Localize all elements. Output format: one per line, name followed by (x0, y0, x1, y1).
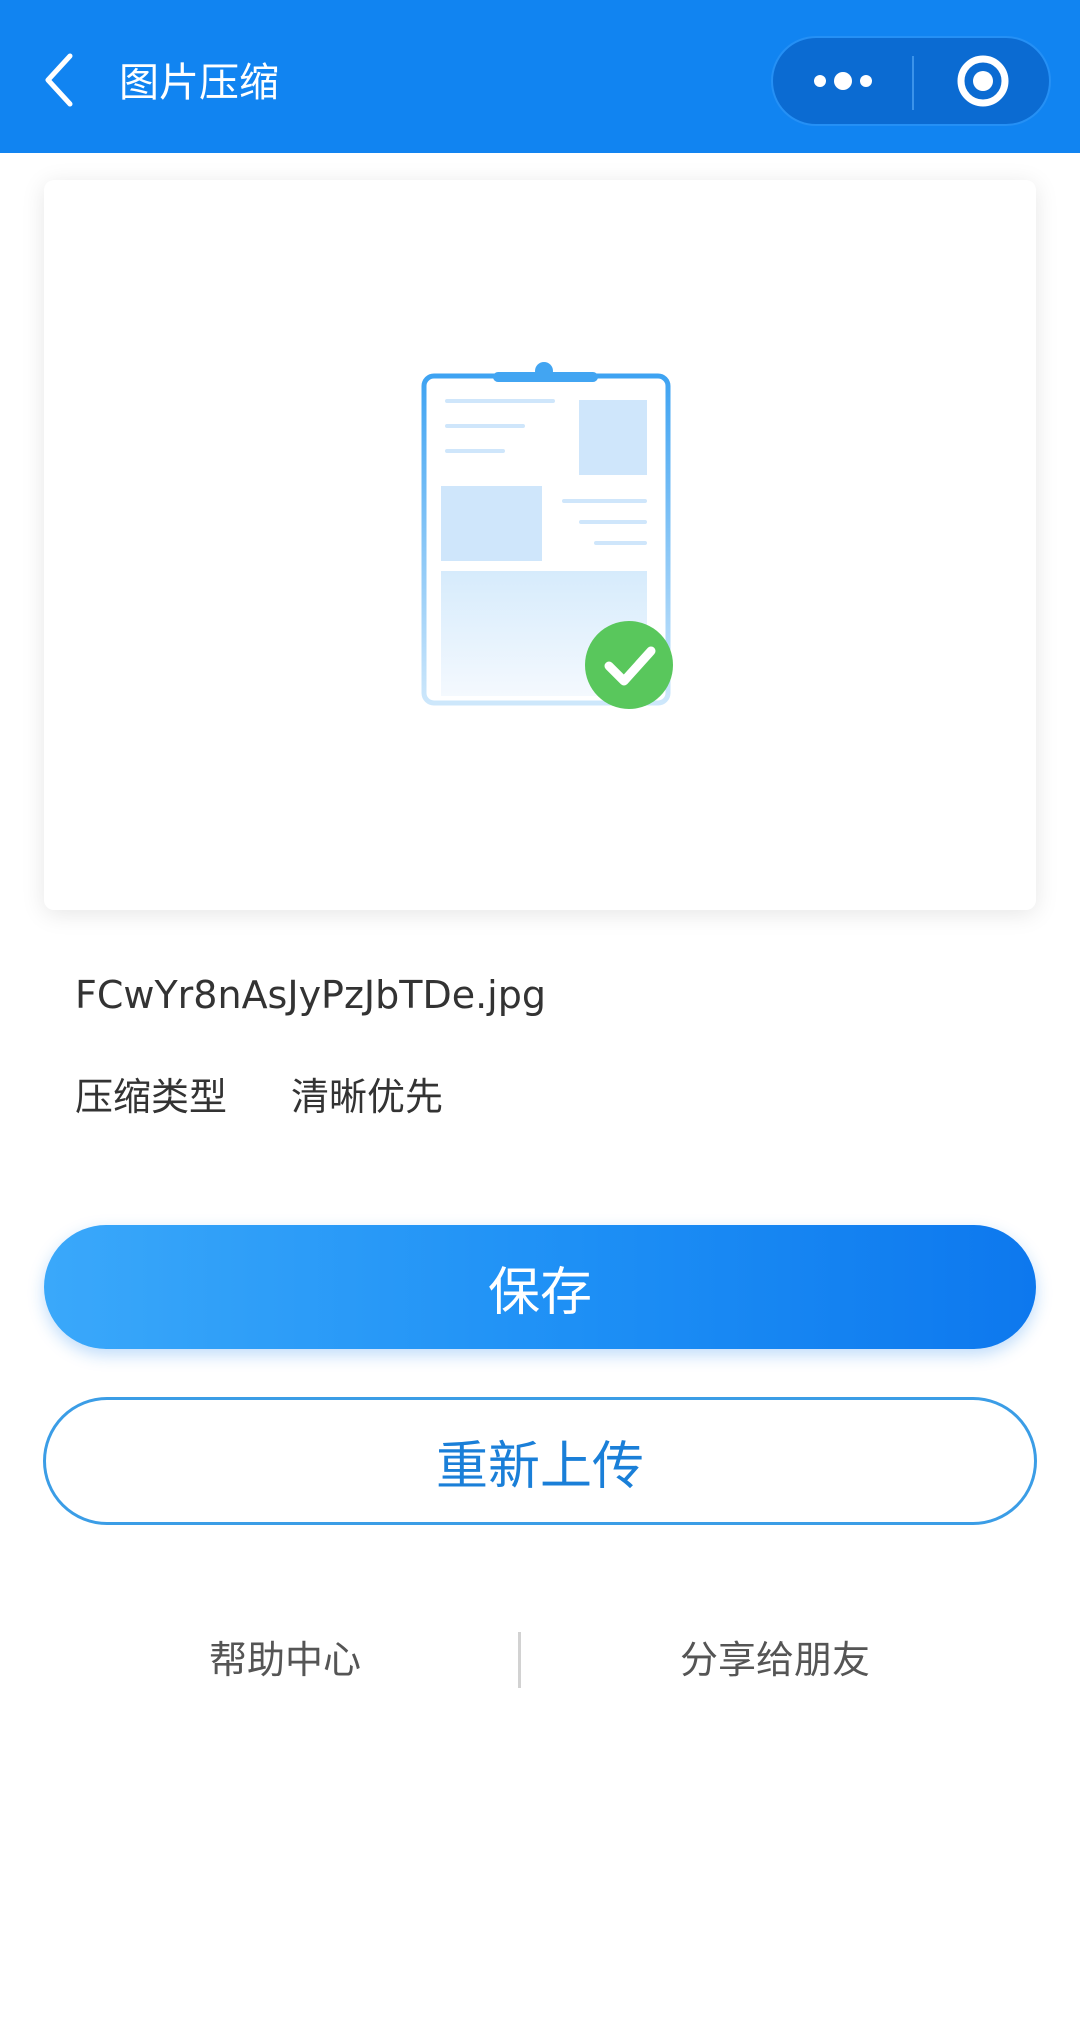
clipboard-document-check-icon (421, 362, 673, 709)
compression-type-label: 压缩类型 (75, 1075, 228, 1119)
close-mini-program-button[interactable] (914, 38, 1051, 124)
compression-type-row: 压缩类型 清晰优先 (75, 1067, 443, 1127)
top-navigation-bar: 图片压缩 (0, 0, 1080, 153)
mini-program-capsule (771, 36, 1051, 126)
help-center-link[interactable]: 帮助中心 (160, 1630, 410, 1690)
chevron-left-icon (45, 53, 73, 107)
file-name: FCwYr8nAsJyPzJbTDe.jpg (75, 973, 546, 1017)
back-button[interactable] (30, 45, 90, 115)
page-title: 图片压缩 (119, 60, 279, 106)
save-button[interactable]: 保存 (44, 1225, 1036, 1349)
reupload-button[interactable]: 重新上传 (43, 1397, 1037, 1525)
more-options-button[interactable] (773, 38, 912, 124)
target-circle-icon (957, 55, 1008, 107)
image-preview-card (44, 180, 1036, 910)
compression-type-value: 清晰优先 (291, 1075, 444, 1119)
share-to-friends-link[interactable]: 分享给朋友 (650, 1630, 900, 1690)
footer-divider (518, 1632, 521, 1688)
more-dots-icon (813, 72, 872, 90)
green-checkmark-icon (585, 621, 673, 709)
